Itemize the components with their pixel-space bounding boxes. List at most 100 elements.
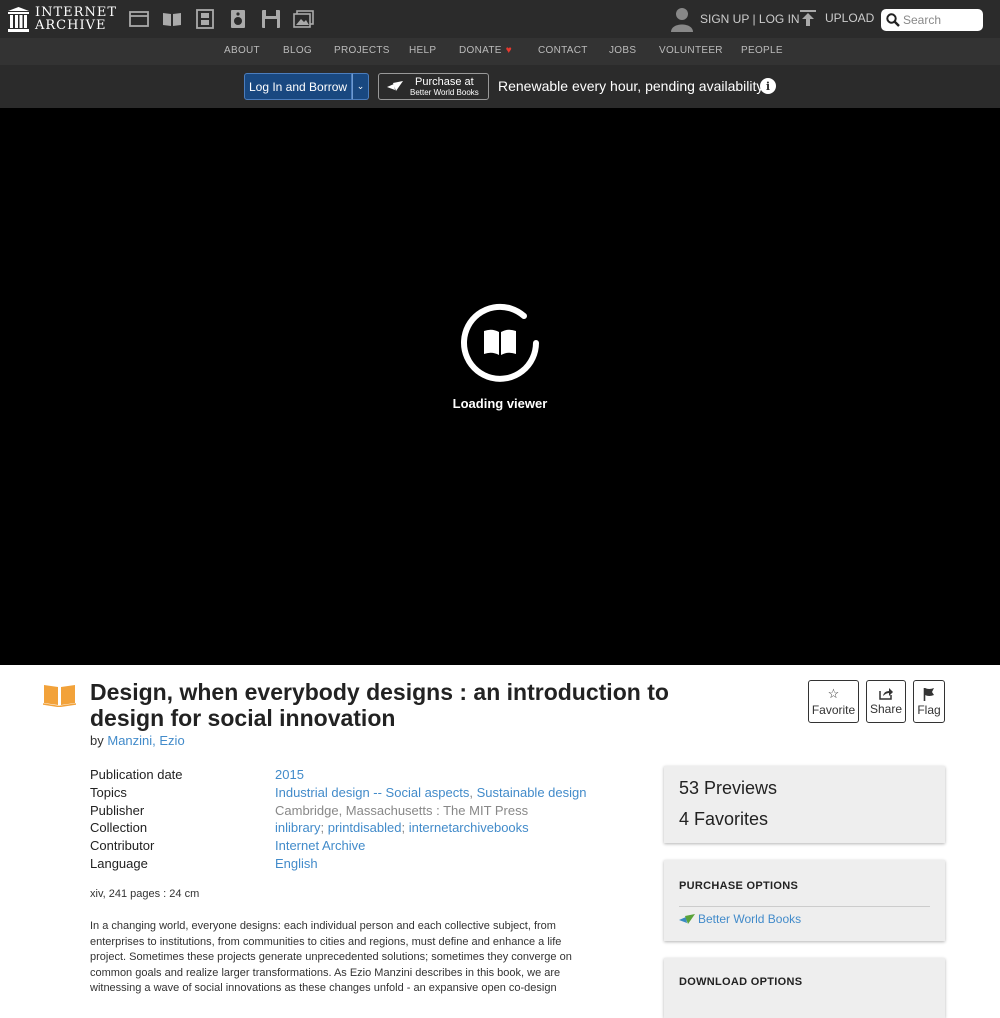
flag-label: Flag — [917, 702, 941, 717]
topic-link[interactable]: Sustainable design — [477, 785, 587, 800]
favorites-count: 4 Favorites — [679, 809, 769, 829]
topic-link[interactable]: Industrial design -- Social aspects — [275, 785, 469, 800]
texts-book-icon — [43, 685, 76, 707]
logo-text: INTERNET ARCHIVE — [35, 6, 117, 32]
internet-archive-logo[interactable]: INTERNET ARCHIVE — [8, 6, 117, 32]
renewable-notice: Renewable every hour, pending availabili… — [498, 78, 767, 94]
metadata-key: Contributor — [90, 838, 155, 854]
nav-about-label: ABOUT — [224, 45, 260, 56]
metadata-key: Topics — [90, 784, 127, 800]
nav-projects[interactable]: PROJECTS — [334, 45, 390, 56]
share-button[interactable]: Share — [866, 680, 906, 723]
purchase-label: Purchase at — [415, 75, 474, 88]
chevron-down-icon: ⌄ — [356, 81, 365, 91]
metadata-key: Collection — [90, 820, 148, 836]
share-icon — [879, 688, 893, 700]
nav-people-label: PEOPLE — [741, 45, 783, 56]
software-icon[interactable] — [260, 9, 282, 29]
collection-link[interactable]: internetarchivebooks — [409, 820, 529, 835]
search-input[interactable] — [903, 13, 981, 27]
item-byline: by Manzini, Ezio — [90, 733, 185, 748]
stats-panel: 53 Previews 4 Favorites — [664, 766, 945, 843]
nav-projects-label: PROJECTS — [334, 45, 390, 56]
better-world-books-icon — [387, 80, 403, 91]
upload-label: UPLOAD — [825, 11, 875, 25]
search-icon[interactable] — [886, 13, 900, 27]
collection-link[interactable]: printdisabled — [328, 820, 402, 835]
video-icon[interactable] — [194, 9, 216, 29]
nav-contact-label: CONTACT — [538, 45, 588, 56]
metadata-row: Contributor Internet Archive — [90, 837, 650, 855]
heart-icon: ♥ — [505, 45, 512, 56]
search-box[interactable] — [881, 9, 983, 31]
by-label: by — [90, 733, 104, 748]
metadata-table: Publication date 2015 Topics Industrial … — [90, 766, 650, 873]
item-title: Design, when everybody designs : an intr… — [90, 679, 669, 731]
collection-link[interactable]: inlibrary — [275, 820, 321, 835]
flag-button[interactable]: Flag — [913, 680, 945, 723]
web-icon[interactable] — [128, 9, 150, 29]
favorite-button[interactable]: ☆ Favorite — [808, 680, 859, 723]
loading-spinner-icon — [461, 303, 539, 382]
nav-blog[interactable]: BLOG — [283, 45, 312, 56]
metadata-row: Publication date 2015 — [90, 766, 650, 784]
nav-volunteer[interactable]: VOLUNTEER — [659, 45, 723, 56]
signup-login-link[interactable]: SIGN UP | LOG IN — [700, 12, 800, 26]
metadata-row: Publisher Cambridge, Massachusetts : The… — [90, 802, 650, 820]
nav-people[interactable]: PEOPLE — [741, 45, 783, 56]
better-world-books-icon — [679, 914, 695, 924]
contributor-link[interactable]: Internet Archive — [275, 838, 365, 853]
borrow-options-dropdown[interactable]: ⌄ — [352, 73, 369, 100]
metadata-row: Topics Industrial design -- Social aspec… — [90, 784, 587, 800]
purchase-options-heading: PURCHASE OPTIONS — [679, 880, 799, 892]
upload-icon — [800, 10, 816, 26]
metadata-key: Publisher — [90, 802, 145, 818]
info-icon[interactable]: i — [760, 78, 776, 94]
audio-icon[interactable] — [227, 9, 249, 29]
better-world-books-label: Better World Books — [698, 912, 802, 926]
nav-jobs-label: JOBS — [609, 45, 637, 56]
download-options-heading: DOWNLOAD OPTIONS — [679, 976, 803, 988]
share-label: Share — [869, 702, 903, 716]
star-icon: ☆ — [827, 685, 840, 701]
purchase-vendor: Better World Books — [410, 87, 479, 97]
secondary-nav: ABOUT BLOG PROJECTS HELP DONATE ♥ CONTACT… — [0, 38, 1000, 65]
logo-line-2: ARCHIVE — [35, 18, 107, 33]
images-icon[interactable] — [293, 9, 315, 29]
purchase-options-panel: PURCHASE OPTIONS Better World Books — [664, 860, 945, 941]
nav-help-label: HELP — [409, 45, 437, 56]
upload-link[interactable]: UPLOAD — [799, 9, 874, 27]
purchase-button[interactable]: Purchase at Better World Books — [378, 73, 489, 100]
user-area: SIGN UP | LOG IN — [670, 6, 800, 32]
nav-volunteer-label: VOLUNTEER — [659, 45, 723, 56]
favorite-label: Favorite — [811, 702, 856, 717]
better-world-books-link[interactable]: Better World Books — [679, 912, 801, 926]
texts-icon[interactable] — [161, 9, 183, 29]
previews-count: 53 Previews — [679, 778, 778, 798]
user-avatar-icon[interactable] — [670, 6, 694, 32]
physical-extent: xiv, 241 pages : 24 cm — [90, 888, 200, 900]
pubdate-link[interactable]: 2015 — [275, 767, 304, 782]
nav-about[interactable]: ABOUT — [224, 45, 260, 56]
top-bar: INTERNET ARCHIVE SIGN UP | LOG IN UPLOAD — [0, 0, 1000, 38]
loading-viewer-text: Loading viewer — [452, 396, 548, 411]
nav-donate-label: DONATE — [459, 45, 502, 56]
archive-building-icon — [8, 6, 29, 32]
borrow-bar: Log In and Borrow ⌄ Purchase at Better W… — [0, 65, 1000, 108]
author-link[interactable]: Manzini, Ezio — [107, 733, 184, 748]
metadata-row: Collection inlibrary; printdisabled; int… — [90, 820, 529, 836]
divider — [679, 906, 930, 907]
metadata-row: Language English — [90, 855, 650, 873]
download-options-panel: DOWNLOAD OPTIONS — [664, 958, 945, 1018]
login-borrow-button[interactable]: Log In and Borrow — [244, 73, 352, 100]
book-viewer[interactable]: Loading viewer — [0, 108, 1000, 665]
nav-blog-label: BLOG — [283, 45, 312, 56]
media-type-icons — [128, 9, 326, 29]
nav-jobs[interactable]: JOBS — [609, 45, 636, 56]
metadata-key: Language — [90, 855, 148, 871]
nav-donate[interactable]: DONATE ♥ — [459, 45, 512, 56]
nav-help[interactable]: HELP — [409, 45, 436, 56]
language-link[interactable]: English — [275, 856, 318, 871]
publisher-value: Cambridge, Massachusetts : The MIT Press — [275, 802, 529, 818]
nav-contact[interactable]: CONTACT — [538, 45, 588, 56]
